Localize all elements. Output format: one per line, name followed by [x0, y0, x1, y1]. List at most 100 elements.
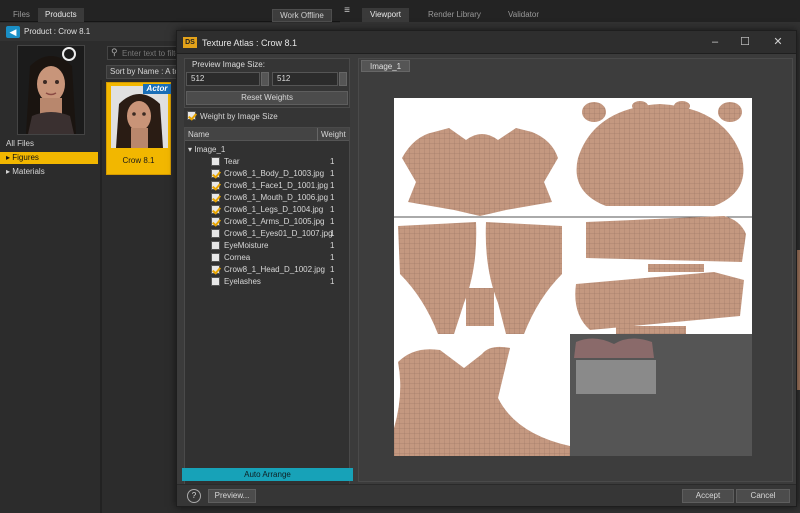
col-weight-header[interactable]: Weight	[321, 130, 346, 139]
texture-weight[interactable]: 1	[330, 180, 334, 192]
nav-materials[interactable]: ▸ Materials	[0, 166, 98, 178]
back-arrow-icon[interactable]: ◀	[6, 26, 20, 38]
nav-all-files[interactable]: All Files	[0, 138, 98, 150]
texture-checkbox[interactable]	[211, 253, 220, 262]
dialog-title: Texture Atlas : Crow 8.1	[202, 38, 298, 48]
weight-by-size-checkbox[interactable]	[187, 111, 196, 120]
list-item[interactable]: Tear 1	[188, 156, 356, 168]
accept-button[interactable]: Accept	[682, 489, 734, 503]
texture-name: EyeMoisture	[224, 241, 269, 250]
texture-checkbox[interactable]	[211, 193, 220, 202]
list-item[interactable]: Crow8_1_Mouth_D_1006.jpg 1	[188, 192, 356, 204]
texture-checkbox[interactable]	[211, 157, 220, 166]
tab-products[interactable]: Products	[38, 8, 84, 22]
dialog-footer: ? Preview... Accept Cancel	[177, 484, 796, 506]
texture-weight[interactable]: 1	[330, 216, 334, 228]
texture-weight[interactable]: 1	[330, 228, 334, 240]
app-logo-icon: DS	[183, 37, 197, 48]
product-card[interactable]: Actor Crow 8.1	[106, 82, 171, 175]
close-icon[interactable]: ✕	[770, 35, 786, 49]
texture-name: Crow8_1_Legs_D_1004.jpg	[224, 205, 324, 214]
texture-checkbox[interactable]	[211, 181, 220, 190]
product-card-name: Crow 8.1	[122, 156, 155, 165]
texture-checkbox[interactable]	[211, 265, 220, 274]
texture-checkbox[interactable]	[211, 277, 220, 286]
list-item[interactable]: Crow8_1_Face1_D_1001.jpg 1	[188, 180, 356, 192]
tab-image-1[interactable]: Image_1	[361, 60, 411, 72]
tab-viewport[interactable]: Viewport	[362, 8, 409, 22]
atlas-settings-panel: Preview Image Size: 512 512 Reset Weight…	[184, 58, 350, 494]
minimize-icon[interactable]: –	[707, 35, 723, 49]
list-item[interactable]: Eyelashes 1	[188, 276, 356, 288]
texture-name: Eyelashes	[224, 277, 261, 286]
help-icon[interactable]: ?	[187, 489, 201, 503]
weight-by-size-label: Weight by Image Size	[200, 112, 278, 121]
search-placeholder: Enter text to filter	[122, 49, 183, 58]
list-item[interactable]: EyeMoisture 1	[188, 240, 356, 252]
refresh-icon[interactable]	[62, 47, 76, 61]
texture-weight[interactable]: 1	[330, 168, 334, 180]
width-field[interactable]: 512	[186, 72, 260, 86]
texture-checkbox[interactable]	[211, 169, 220, 178]
product-thumbnail[interactable]	[17, 45, 85, 135]
cancel-button[interactable]: Cancel	[736, 489, 790, 503]
reset-weights-button[interactable]: Reset Weights	[186, 91, 348, 105]
menu-icon[interactable]: ≡	[340, 4, 354, 18]
list-item[interactable]: Crow8_1_Arms_D_1005.jpg 1	[188, 216, 356, 228]
list-item[interactable]: Crow8_1_Legs_D_1004.jpg 1	[188, 204, 356, 216]
texture-weight[interactable]: 1	[330, 204, 334, 216]
product-label: Product : Crow 8.1	[24, 27, 91, 36]
texture-weight[interactable]: 1	[330, 240, 334, 252]
texture-weight[interactable]: 1	[330, 192, 334, 204]
width-stepper[interactable]	[261, 72, 269, 86]
weight-by-size-row[interactable]: Weight by Image Size	[184, 109, 350, 123]
texture-name: Crow8_1_Arms_D_1005.jpg	[224, 217, 325, 226]
tab-render-library[interactable]: Render Library	[420, 8, 489, 22]
divider	[100, 80, 102, 513]
list-item[interactable]: Crow8_1_Body_D_1003.jpg 1	[188, 168, 356, 180]
atlas-preview-panel: Image_1	[358, 58, 793, 482]
texture-checkbox[interactable]	[211, 205, 220, 214]
texture-name: Crow8_1_Body_D_1003.jpg	[224, 169, 325, 178]
texture-weight[interactable]: 1	[330, 276, 334, 288]
height-field[interactable]: 512	[272, 72, 338, 86]
list-item[interactable]: Crow8_1_Head_D_1002.jpg 1	[188, 264, 356, 276]
texture-list: Name Weight ▾ Image_1 Tear 1 Crow8_1_Body_…	[184, 127, 350, 492]
list-item[interactable]: Cornea 1	[188, 252, 356, 264]
texture-weight[interactable]: 1	[330, 156, 334, 168]
texture-name: Crow8_1_Eyes01_D_1007.jpg	[224, 229, 333, 238]
nav-figures-label: Figures	[12, 153, 39, 162]
group-row[interactable]: ▾ Image_1	[188, 144, 356, 156]
search-icon: ⚲	[111, 47, 118, 57]
viewport-tabbar: ≡ Viewport Render Library Validator	[340, 0, 800, 22]
dialog-titlebar: DS Texture Atlas : Crow 8.1 – ☐ ✕	[177, 31, 796, 54]
texture-checkbox[interactable]	[211, 217, 220, 226]
texture-checkbox[interactable]	[211, 241, 220, 250]
list-header: Name Weight	[185, 128, 349, 141]
preview-button[interactable]: Preview...	[208, 489, 256, 503]
library-tabbar: Files Products Work Offline	[0, 0, 340, 22]
actor-badge: Actor	[143, 84, 171, 94]
texture-name: Crow8_1_Head_D_1002.jpg	[224, 265, 325, 274]
col-name-header[interactable]: Name	[188, 130, 209, 139]
texture-name: Crow8_1_Face1_D_1001.jpg	[224, 181, 329, 190]
texture-weight[interactable]: 1	[330, 264, 334, 276]
texture-name: Tear	[224, 157, 240, 166]
work-offline-button[interactable]: Work Offline	[272, 9, 332, 22]
maximize-icon[interactable]: ☐	[737, 35, 753, 49]
preview-size-label: Preview Image Size:	[192, 60, 265, 69]
auto-arrange-button[interactable]: Auto Arrange	[182, 468, 353, 481]
col-separator	[317, 128, 318, 141]
tab-files[interactable]: Files	[6, 8, 37, 22]
texture-name: Crow8_1_Mouth_D_1006.jpg	[224, 193, 329, 202]
list-item[interactable]: Crow8_1_Eyes01_D_1007.jpg 1	[188, 228, 356, 240]
atlas-canvas	[394, 98, 752, 456]
expand-caret-icon[interactable]: ▾	[188, 145, 192, 154]
texture-checkbox[interactable]	[211, 229, 220, 238]
texture-atlas-dialog: DS Texture Atlas : Crow 8.1 – ☐ ✕ Previe…	[176, 30, 797, 507]
height-stepper[interactable]	[339, 72, 347, 86]
nav-materials-label: Materials	[12, 167, 45, 176]
tab-validator[interactable]: Validator	[500, 8, 547, 22]
texture-weight[interactable]: 1	[330, 252, 334, 264]
nav-figures[interactable]: ▸ Figures	[0, 152, 98, 164]
